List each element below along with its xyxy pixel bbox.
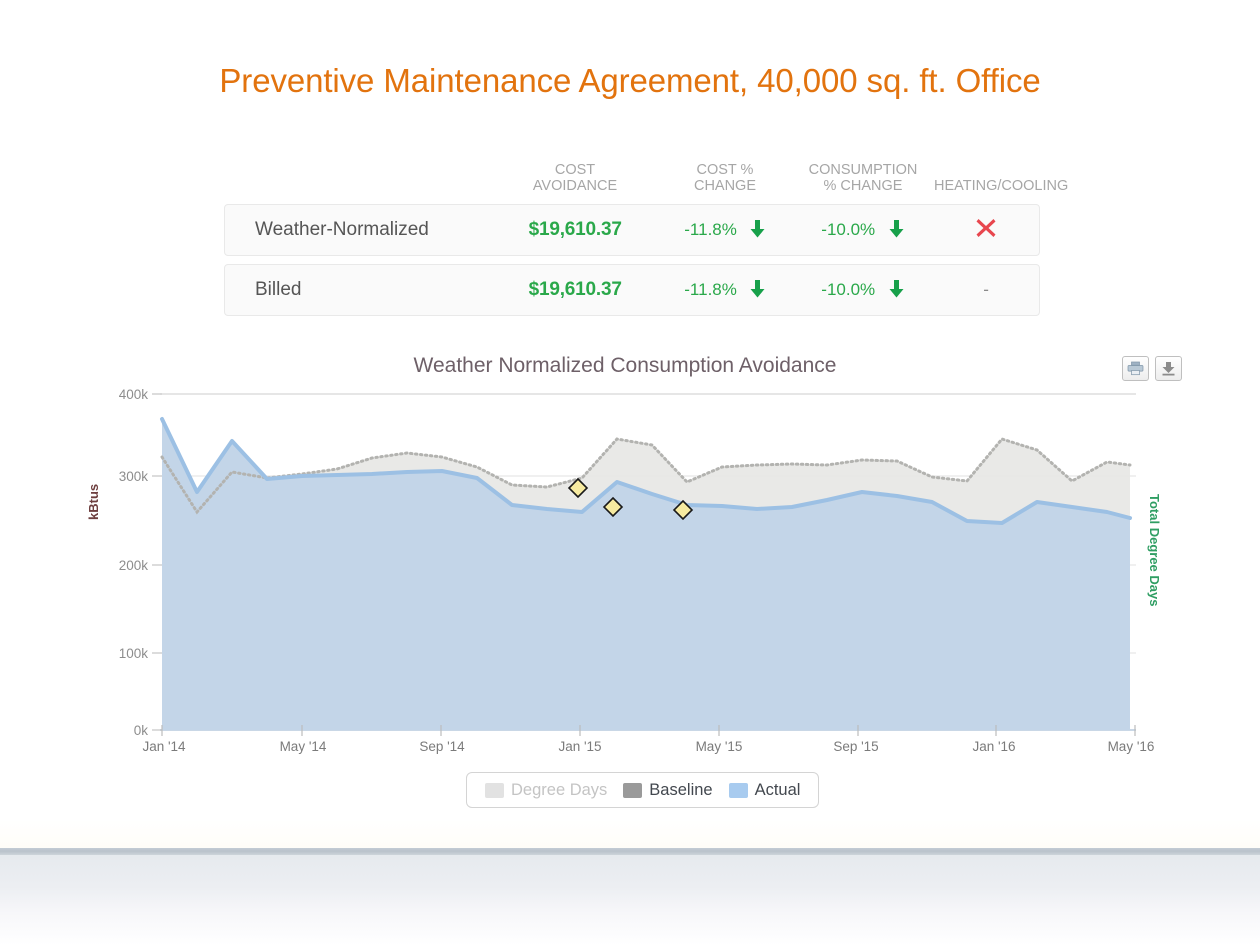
- consumption-pct-value: -10.0%: [821, 220, 876, 239]
- svg-text:100k: 100k: [119, 646, 149, 661]
- legend-label-degree-days: Degree Days: [511, 780, 608, 799]
- page-bottom-tint: [0, 820, 1260, 848]
- chart-title: Weather Normalized Consumption Avoidance: [413, 354, 837, 377]
- legend-item-baseline[interactable]: Baseline: [619, 781, 716, 800]
- legend-label-actual: Actual: [754, 780, 801, 799]
- page-title: Preventive Maintenance Agreement, 40,000…: [219, 62, 1041, 99]
- chart-container: Weather Normalized Consumption Avoidance: [0, 340, 1260, 820]
- arrow-down-icon: [750, 279, 765, 303]
- arrow-down-icon: [889, 219, 904, 243]
- svg-text:Sep '14: Sep '14: [419, 739, 465, 754]
- chart-legend: Degree Days Baseline Actual: [466, 772, 820, 808]
- download-icon[interactable]: [1155, 356, 1182, 381]
- cell-heating-cooling: [933, 217, 1039, 244]
- svg-text:300k: 300k: [119, 469, 149, 484]
- print-icon[interactable]: [1122, 356, 1149, 381]
- cell-cost-avoidance: $19,610.37: [528, 219, 622, 240]
- legend-swatch-actual: [728, 782, 748, 798]
- cost-pct-value: -11.8%: [684, 280, 737, 299]
- x-mark-icon: [975, 218, 997, 243]
- chart-toolbar: [1122, 356, 1182, 381]
- svg-text:Jan '16: Jan '16: [972, 739, 1015, 754]
- cell-cost-pct-change: -11.8%: [658, 219, 792, 242]
- svg-text:May '14: May '14: [280, 739, 327, 754]
- svg-text:0k: 0k: [134, 723, 149, 738]
- legend-label-baseline: Baseline: [649, 780, 713, 799]
- arrow-down-icon: [889, 279, 904, 303]
- cell-cost-avoidance: $19,610.37: [528, 279, 622, 300]
- legend-swatch-degree-days: [485, 782, 504, 798]
- consumption-pct-change-header: CONSUMPTION % CHANGE: [808, 162, 918, 194]
- legend-item-actual[interactable]: Actual: [725, 781, 805, 800]
- cell-consumption-pct-change: -10.0%: [792, 279, 934, 302]
- row-label-weather-normalized: Weather-Normalized: [255, 219, 429, 240]
- cell-cost-pct-change: -11.8%: [658, 279, 792, 302]
- y-axis-label: kBtus: [86, 483, 101, 520]
- summary-table: COST AVOIDANCE COST % CHANGE CONSUMPTION…: [224, 152, 1069, 316]
- footer-divider: [0, 848, 1260, 855]
- cost-pct-change-header: COST % CHANGE: [693, 162, 757, 194]
- table-row[interactable]: Billed $19,610.37 -11.8% -10.0% -: [224, 264, 1040, 316]
- heating-cooling-header: HEATING/COOLING: [934, 178, 1069, 194]
- svg-text:Sep '15: Sep '15: [833, 739, 878, 754]
- chart-plot-area[interactable]: 400k 300k 200k 100k 0k Jan '14 May '14 S…: [0, 380, 1260, 780]
- y2-axis-label: Total Degree Days: [1147, 494, 1162, 607]
- svg-text:400k: 400k: [119, 387, 149, 402]
- dashboard-page: Preventive Maintenance Agreement, 40,000…: [0, 0, 1260, 945]
- svg-text:Jan '15: Jan '15: [558, 739, 601, 754]
- svg-text:Jan '14: Jan '14: [142, 739, 186, 754]
- footer-gradient: [0, 855, 1260, 945]
- arrow-down-icon: [750, 219, 765, 243]
- row-label-billed: Billed: [255, 279, 302, 300]
- cost-avoidance-header: COST AVOIDANCE: [532, 162, 618, 194]
- svg-text:200k: 200k: [119, 558, 149, 573]
- cell-heating-cooling: -: [983, 280, 989, 299]
- legend-item-degree-days[interactable]: Degree Days: [481, 781, 611, 800]
- legend-swatch-baseline: [623, 782, 643, 798]
- svg-text:May '16: May '16: [1108, 739, 1155, 754]
- cell-consumption-pct-change: -10.0%: [792, 219, 934, 242]
- table-row[interactable]: Weather-Normalized $19,610.37 -11.8% -10…: [224, 204, 1040, 256]
- y-axis-tick-labels: 400k 300k 200k 100k 0k: [119, 387, 162, 738]
- svg-text:May '15: May '15: [696, 739, 743, 754]
- summary-table-header-row: COST AVOIDANCE COST % CHANGE CONSUMPTION…: [224, 152, 1069, 196]
- consumption-pct-value: -10.0%: [821, 280, 876, 299]
- cost-pct-value: -11.8%: [684, 220, 737, 239]
